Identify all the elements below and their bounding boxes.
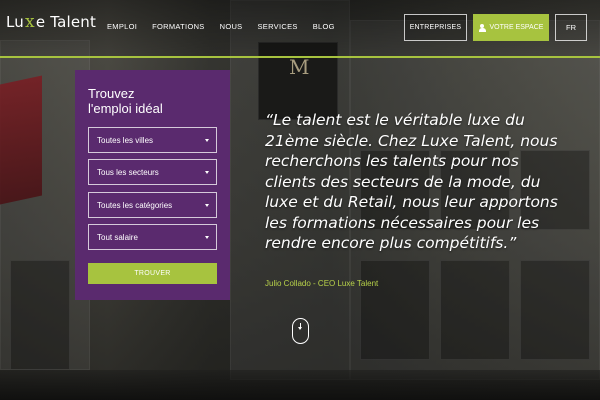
salary-select[interactable]: Tout salaire xyxy=(88,224,217,250)
job-search-panel: Trouvez l'emploi idéal Toutes les villes… xyxy=(75,70,230,300)
red-awning xyxy=(0,75,42,205)
window xyxy=(520,260,590,360)
search-title-line2: l'emploi idéal xyxy=(88,101,163,116)
logo-x: x xyxy=(25,12,35,32)
window xyxy=(10,260,70,370)
language-button[interactable]: FR xyxy=(555,14,587,41)
search-title-line1: Trouvez xyxy=(88,86,135,101)
sector-select[interactable]: Tous les secteurs xyxy=(88,159,217,185)
nav-item-formations[interactable]: FORMATIONS xyxy=(152,22,204,31)
scroll-down-icon[interactable] xyxy=(292,318,309,344)
votre-espace-label: VOTRE ESPACE xyxy=(489,24,544,31)
main-nav: EMPLOI FORMATIONS NOUS SERVICES BLOG xyxy=(107,22,350,31)
site-logo[interactable]: Lu x e Talent xyxy=(6,12,96,32)
chevron-down-icon xyxy=(205,236,209,239)
category-select-value: Toutes les catégories xyxy=(97,200,173,210)
entreprises-button[interactable]: ENTREPRISES xyxy=(404,14,467,41)
chevron-down-icon xyxy=(205,139,209,142)
site-header: Lu x e Talent EMPLOI FORMATIONS NOUS SERVI… xyxy=(0,0,600,56)
logo-text-left: Lu xyxy=(6,13,25,31)
search-panel-title: Trouvez l'emploi idéal xyxy=(88,86,163,116)
votre-espace-button[interactable]: VOTRE ESPACE xyxy=(473,14,549,41)
chevron-down-icon xyxy=(205,171,209,174)
window xyxy=(360,260,430,360)
window xyxy=(440,260,510,360)
search-submit-button[interactable]: TROUVER xyxy=(88,263,217,284)
nav-item-emploi[interactable]: EMPLOI xyxy=(107,22,137,31)
category-select[interactable]: Toutes les catégories xyxy=(88,192,217,218)
sector-select-value: Tous les secteurs xyxy=(97,167,159,177)
header-divider xyxy=(0,56,600,58)
logo-text-right: e Talent xyxy=(35,13,97,31)
salary-select-value: Tout salaire xyxy=(97,232,138,242)
street xyxy=(0,370,600,400)
hero-quote: “Le talent est le véritable luxe du 21èm… xyxy=(265,111,558,252)
nav-item-services[interactable]: SERVICES xyxy=(257,22,297,31)
city-select-value: Toutes les villes xyxy=(97,135,154,145)
nav-item-blog[interactable]: BLOG xyxy=(313,22,335,31)
chevron-down-icon xyxy=(205,204,209,207)
city-select[interactable]: Toutes les villes xyxy=(88,127,217,153)
quote-author: Julio Collado - CEO Luxe Talent xyxy=(265,279,379,288)
nav-item-nous[interactable]: NOUS xyxy=(220,22,243,31)
arrow-down-icon xyxy=(298,323,302,331)
user-icon xyxy=(478,23,486,32)
